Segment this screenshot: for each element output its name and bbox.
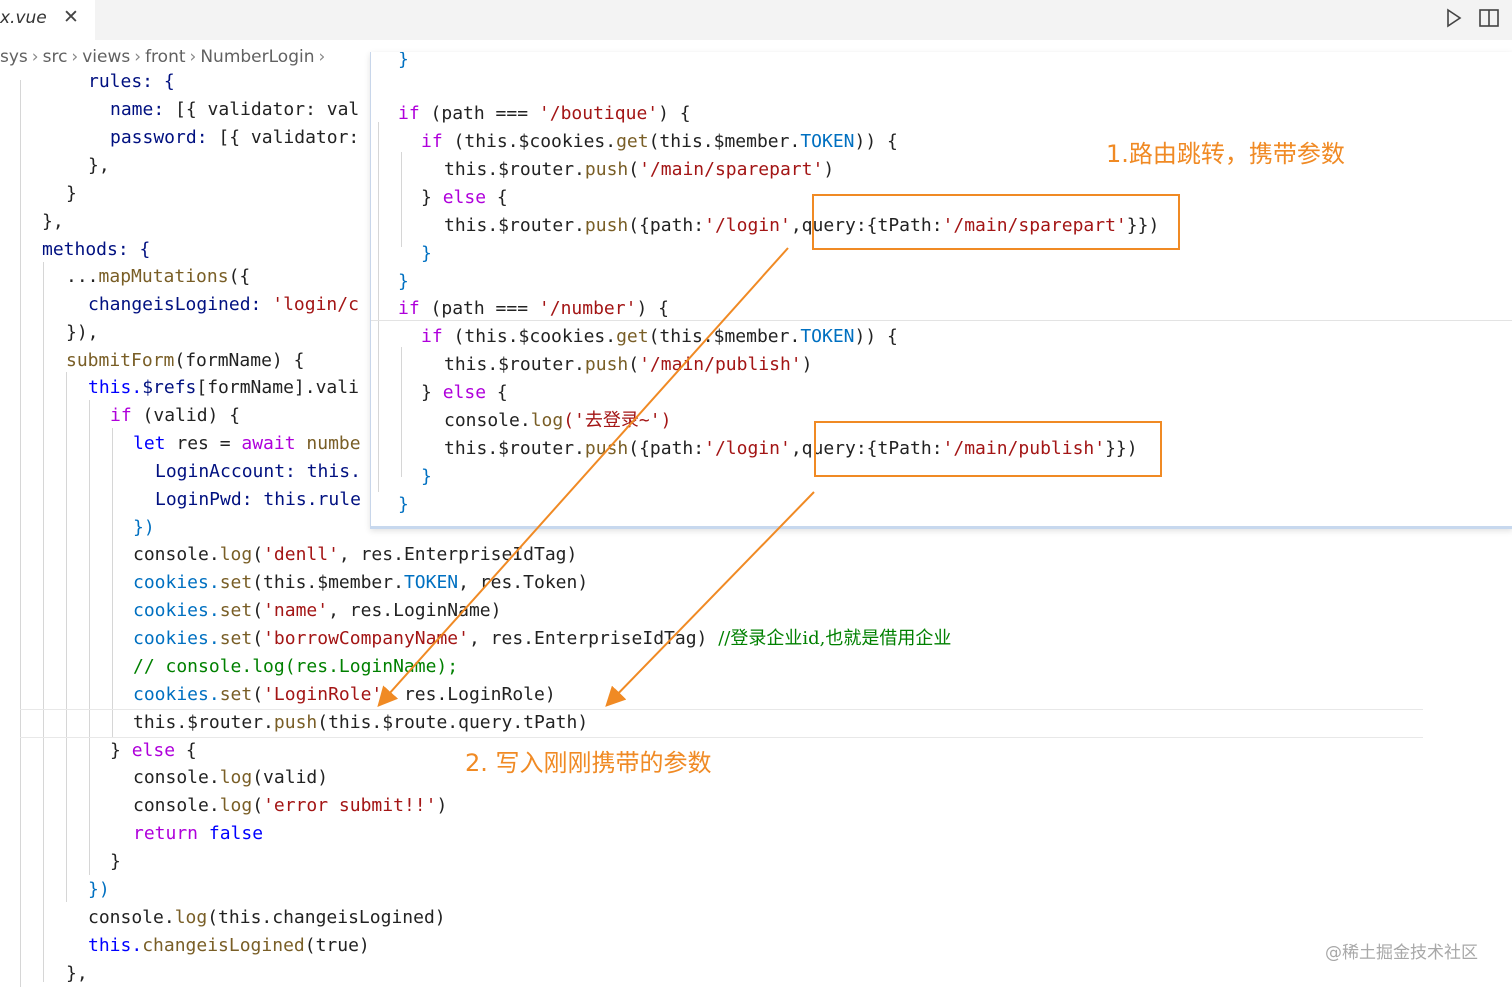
code-line: }, <box>66 963 88 984</box>
indent-guide <box>20 80 21 987</box>
code-line: console.log(valid) <box>133 767 329 788</box>
indent-guide <box>378 122 379 492</box>
code-line: } <box>398 271 409 292</box>
code-line: this.$router.push('/main/publish') <box>444 354 813 375</box>
code-line: // console.log(res.LoginName); <box>133 656 459 677</box>
code-line: cookies.set('name', res.LoginName) <box>133 600 502 621</box>
code-line: console.log(this.changeisLogined) <box>88 907 446 928</box>
code-line: cookies.set('borrowCompanyName', res.Ent… <box>133 628 952 649</box>
code-line: cookies.set(this.$member.TOKEN, res.Toke… <box>133 572 589 593</box>
split-editor-icon[interactable] <box>1478 7 1500 29</box>
code-line: console.log('去登录~') <box>444 410 672 431</box>
indent-guide <box>112 428 113 738</box>
code-line: return false <box>133 823 264 844</box>
code-line: password: [{ validator: <box>110 127 360 148</box>
indent-guide <box>401 347 402 477</box>
chevron-right-icon: › <box>31 47 39 67</box>
code-line: this.$router.push('/main/sparepart') <box>444 159 835 180</box>
code-line: } else { <box>110 740 197 761</box>
highlight-box-query-publish <box>814 421 1162 477</box>
code-line: } <box>66 183 77 204</box>
code-line: if (this.$cookies.get(this.$member.TOKEN… <box>421 131 898 152</box>
chevron-right-icon: › <box>71 47 79 67</box>
code-line: }, <box>42 211 64 232</box>
editor-tab[interactable]: x.vue ✕ <box>0 0 95 40</box>
tab-filename: x.vue <box>0 8 47 28</box>
breadcrumb-item[interactable]: src <box>43 47 68 67</box>
code-line: } <box>398 494 409 515</box>
code-line: if (valid) { <box>110 405 241 426</box>
code-line: } <box>421 466 432 487</box>
code-line: changeisLogined: 'login/c <box>88 294 359 315</box>
code-line: }, <box>88 155 110 176</box>
highlight-box-query-sparepart <box>812 194 1180 250</box>
code-line: }) <box>88 879 110 900</box>
code-line: let res = await numbe <box>133 433 361 454</box>
play-icon[interactable] <box>1442 7 1464 29</box>
close-icon[interactable]: ✕ <box>63 6 79 28</box>
code-line: this.changeisLogined(true) <box>88 935 370 956</box>
indent-guide <box>89 400 90 875</box>
annotation-step2: 2. 写入刚刚携带的参数 <box>465 749 712 777</box>
code-line: console.log('error submit!!') <box>133 795 448 816</box>
code-line: this.$router.push(this.$route.query.tPat… <box>133 712 589 733</box>
code-line: } <box>398 52 409 70</box>
code-line: } else { <box>421 187 508 208</box>
breadcrumb-item[interactable]: front <box>145 47 185 67</box>
chevron-right-icon: › <box>134 47 142 67</box>
code-line: cookies.set('LoginRole', res.LoginRole) <box>133 684 556 705</box>
code-line: name: [{ validator: val <box>110 99 360 120</box>
code-line: console.log('denll', res.EnterpriseIdTag… <box>133 544 578 565</box>
code-line: ...mapMutations({ <box>66 266 251 287</box>
breadcrumb-item[interactable]: views <box>82 47 130 67</box>
code-line: rules: { <box>88 71 175 92</box>
code-line: if (path === '/boutique') { <box>398 103 691 124</box>
indent-guide <box>43 262 44 982</box>
code-line: submitForm(formName) { <box>66 350 305 371</box>
indent-guide <box>66 372 67 902</box>
code-line: } <box>421 243 432 264</box>
code-line: LoginPwd: this.rule <box>155 489 361 510</box>
breadcrumb-item[interactable]: NumberLogin <box>200 47 314 67</box>
code-line: }), <box>66 322 99 343</box>
watermark: @稀土掘金技术社区 <box>1325 943 1478 963</box>
annotation-step1: 1.路由跳转，携带参数 <box>1106 140 1345 168</box>
code-line: LoginAccount: this. <box>155 461 361 482</box>
editor-tab-bar: x.vue ✕ <box>0 0 1512 40</box>
indent-guide <box>401 152 402 247</box>
code-line: methods: { <box>42 239 151 260</box>
breadcrumb-item[interactable]: sys <box>0 47 28 67</box>
code-line: this.$refs[formName].vali <box>88 377 359 398</box>
chevron-right-icon: › <box>189 47 197 67</box>
code-line: if (path === '/number') { <box>398 298 669 319</box>
chevron-right-icon: › <box>318 47 326 67</box>
code-line: }) <box>133 517 155 538</box>
code-line: } else { <box>421 382 508 403</box>
code-line: } <box>110 851 121 872</box>
code-line: if (this.$cookies.get(this.$member.TOKEN… <box>421 326 898 347</box>
